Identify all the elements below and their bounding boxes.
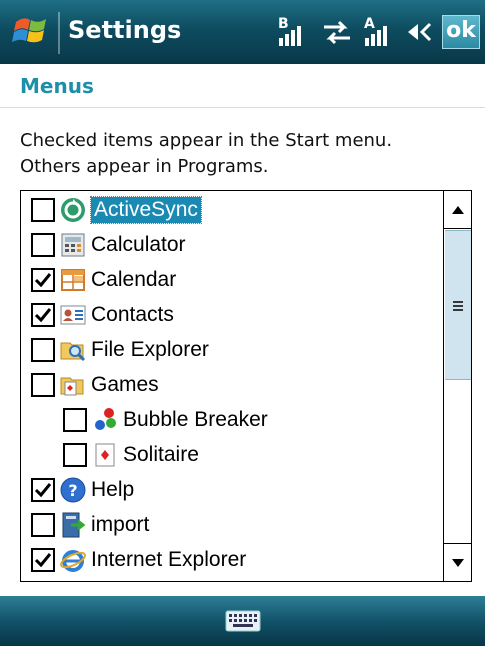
checkbox[interactable] bbox=[31, 548, 55, 572]
checkmark-icon bbox=[34, 553, 52, 568]
bottom-bar bbox=[0, 596, 485, 646]
signal-bluetooth-icon[interactable]: B bbox=[276, 14, 312, 50]
checkbox[interactable] bbox=[31, 303, 55, 327]
help-icon: ? bbox=[59, 476, 87, 504]
svg-text:B: B bbox=[278, 16, 289, 32]
keyboard-icon[interactable] bbox=[225, 608, 261, 634]
solitaire-icon bbox=[91, 441, 119, 469]
checkmark-icon bbox=[34, 483, 52, 498]
list-item-internet-explorer[interactable]: Internet Explorer bbox=[21, 543, 443, 577]
scroll-up-button[interactable] bbox=[444, 191, 471, 229]
arrow-up-icon bbox=[452, 206, 464, 214]
svg-text:?: ? bbox=[68, 481, 77, 500]
list-item-import[interactable]: import bbox=[21, 508, 443, 542]
checkbox[interactable] bbox=[63, 443, 87, 467]
description: Checked items appear in the Start menu. … bbox=[20, 128, 470, 180]
calculator-icon bbox=[59, 231, 87, 259]
checkmark-icon bbox=[34, 273, 52, 288]
internet-explorer-icon bbox=[59, 546, 87, 574]
calendar-icon bbox=[59, 266, 87, 294]
description-line-2: Others appear in Programs. bbox=[20, 156, 269, 177]
bubble-breaker-icon bbox=[91, 406, 119, 434]
activesync-icon bbox=[59, 196, 87, 224]
checkbox[interactable] bbox=[31, 198, 55, 222]
svg-text:A: A bbox=[364, 16, 375, 32]
list-item-label: Help bbox=[91, 478, 135, 501]
list-item-bubble-breaker[interactable]: Bubble Breaker bbox=[21, 403, 443, 437]
list-item-calculator[interactable]: Calculator bbox=[21, 228, 443, 262]
list-item-label: Contacts bbox=[91, 303, 174, 326]
start-flag-icon[interactable] bbox=[10, 12, 54, 52]
checkmark-icon bbox=[34, 308, 52, 323]
ok-button[interactable]: ok bbox=[442, 15, 480, 49]
list-item-games[interactable]: Games bbox=[21, 368, 443, 402]
partial-item-icon bbox=[59, 580, 87, 581]
checkbox[interactable] bbox=[31, 338, 55, 362]
list-item-contacts[interactable]: Contacts bbox=[21, 298, 443, 332]
list-item-label: import bbox=[91, 513, 150, 536]
description-line-1: Checked items appear in the Start menu. bbox=[20, 130, 393, 151]
contacts-icon bbox=[59, 301, 87, 329]
title-separator bbox=[58, 12, 60, 54]
list-item-label: Solitaire bbox=[123, 443, 199, 466]
grip-icon bbox=[453, 301, 463, 311]
connectivity-arrows-icon[interactable] bbox=[320, 14, 354, 50]
volume-icon[interactable] bbox=[402, 14, 438, 50]
list-item-label: Calculator bbox=[91, 233, 186, 256]
checkbox[interactable] bbox=[31, 478, 55, 502]
import-icon bbox=[59, 511, 87, 539]
list-item-label: File Explorer bbox=[91, 338, 209, 361]
vertical-scrollbar[interactable] bbox=[443, 191, 471, 581]
list-item-label: Calendar bbox=[91, 268, 177, 291]
list-item-calendar[interactable]: Calendar bbox=[21, 263, 443, 297]
page-title: Menus bbox=[20, 74, 94, 98]
list-item-label: ActiveSync bbox=[90, 196, 202, 224]
checkbox[interactable] bbox=[63, 408, 87, 432]
checkbox[interactable] bbox=[31, 233, 55, 257]
title-bar: Settings B A ok bbox=[0, 0, 485, 64]
file-explorer-icon bbox=[59, 336, 87, 364]
list-item-label: Games bbox=[91, 373, 159, 396]
checkbox[interactable] bbox=[31, 373, 55, 397]
list-item-help[interactable]: ? Help bbox=[21, 473, 443, 507]
signal-antenna-icon[interactable]: A bbox=[362, 14, 398, 50]
list-item-label: Internet Explorer bbox=[91, 548, 247, 571]
arrow-down-icon bbox=[452, 559, 464, 567]
list-item-file-explorer[interactable]: File Explorer bbox=[21, 333, 443, 367]
list-item-solitaire[interactable]: Solitaire bbox=[21, 438, 443, 472]
checkbox[interactable] bbox=[31, 268, 55, 292]
games-icon bbox=[59, 371, 87, 399]
list-item-activesync[interactable]: ActiveSync bbox=[21, 193, 443, 227]
list-item-partial[interactable] bbox=[21, 577, 443, 581]
checkbox[interactable] bbox=[31, 513, 55, 537]
list-item-label: Bubble Breaker bbox=[123, 408, 268, 431]
scroll-thumb[interactable] bbox=[445, 230, 471, 380]
window-title: Settings bbox=[68, 16, 182, 44]
menu-items-list[interactable]: ActiveSync Calculator Calendar Contacts … bbox=[20, 190, 472, 582]
scroll-down-button[interactable] bbox=[444, 543, 471, 581]
